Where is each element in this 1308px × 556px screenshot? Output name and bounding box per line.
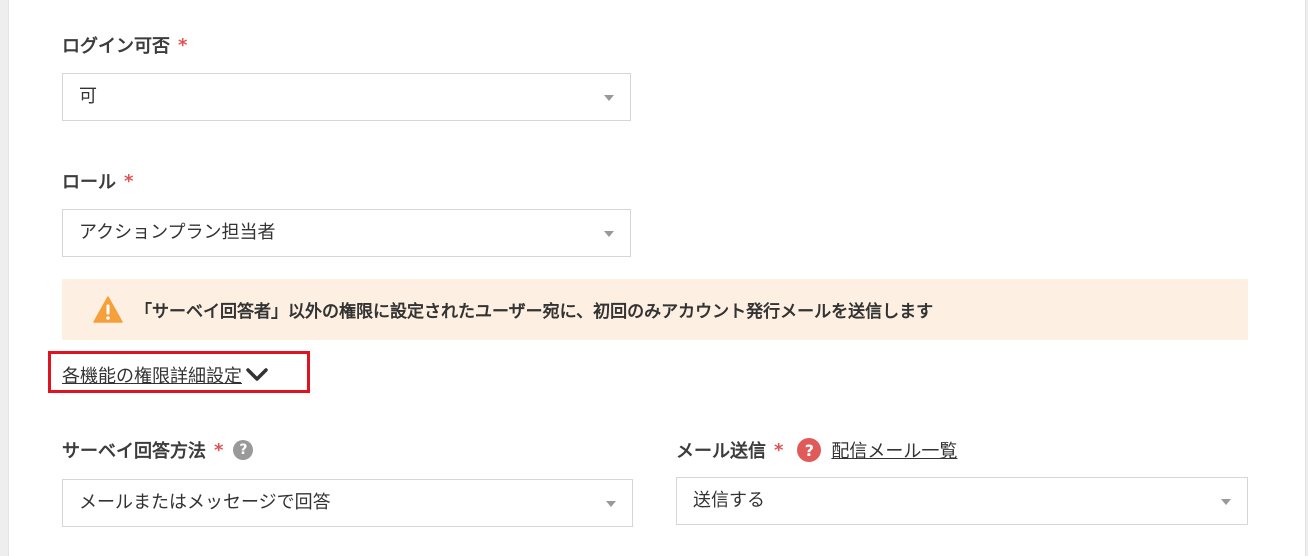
form-panel: ログイン可否 * 可 ロール * アクションプラン担当者 「サーベイ回答者」以外… (8, 0, 1306, 556)
survey-method-label: サーベイ回答方法 * ? (62, 437, 254, 463)
role-label: ロール * (62, 168, 133, 194)
help-icon[interactable]: ? (797, 438, 822, 462)
required-mark: * (774, 439, 784, 461)
mail-send-label-text: メール送信 (676, 441, 766, 462)
login-permission-value: 可 (79, 86, 97, 107)
mail-send-label: メール送信 * ? 配信メール一覧 (676, 437, 957, 463)
survey-method-select[interactable]: メールまたはメッセージで回答 (62, 479, 633, 527)
chevron-down-icon (606, 501, 616, 507)
mail-send-select[interactable]: 送信する (676, 477, 1248, 525)
role-select[interactable]: アクションプラン担当者 (62, 209, 631, 257)
role-label-text: ロール (62, 172, 116, 193)
advanced-permissions-toggle[interactable]: 各機能の権限詳細設定 (62, 362, 268, 388)
chevron-down-icon (604, 231, 614, 237)
survey-method-label-text: サーベイ回答方法 (62, 441, 206, 462)
notice-banner: 「サーベイ回答者」以外の権限に設定されたユーザー宛に、初回のみアカウント発行メー… (62, 279, 1248, 340)
login-permission-label-text: ログイン可否 (62, 36, 170, 57)
required-mark: * (214, 439, 224, 461)
required-mark: * (178, 34, 188, 56)
survey-method-value: メールまたはメッセージで回答 (79, 492, 331, 513)
chevron-down-icon (1221, 499, 1231, 505)
required-mark: * (124, 170, 134, 192)
warning-icon (93, 296, 123, 324)
help-icon[interactable]: ? (233, 440, 254, 460)
chevron-down-icon (604, 95, 614, 101)
login-permission-select[interactable]: 可 (62, 73, 631, 121)
advanced-permissions-label: 各機能の権限詳細設定 (62, 366, 242, 387)
notice-text: 「サーベイ回答者」以外の権限に設定されたユーザー宛に、初回のみアカウント発行メー… (135, 302, 934, 322)
login-permission-label: ログイン可否 * (62, 32, 187, 58)
chevron-down-icon (246, 368, 268, 382)
role-value: アクションプラン担当者 (79, 222, 276, 243)
mail-send-value: 送信する (693, 490, 765, 511)
mail-list-link[interactable]: 配信メール一覧 (831, 437, 957, 463)
